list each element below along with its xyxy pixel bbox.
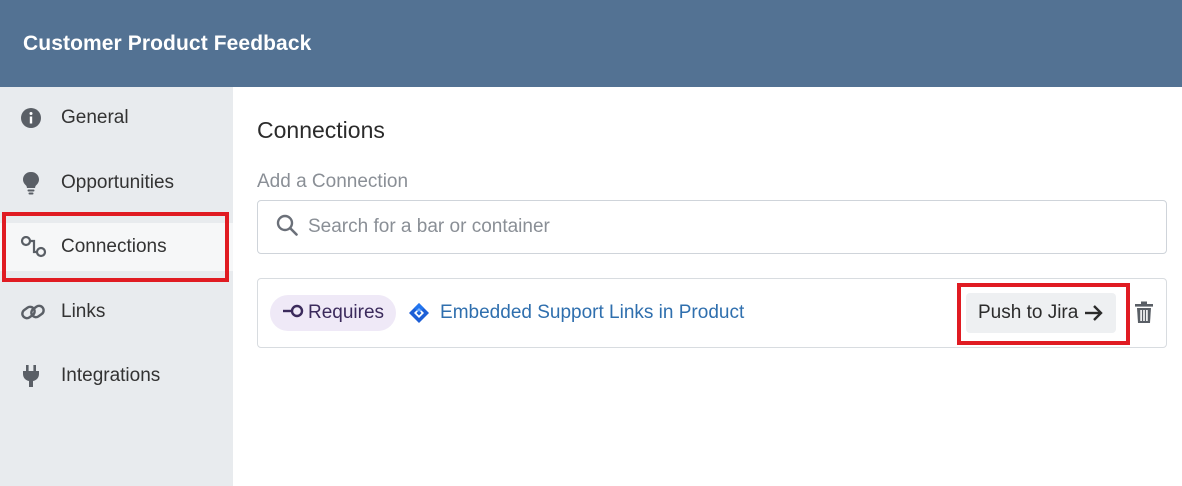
search-input[interactable] (308, 216, 1128, 238)
sidebar-item-general[interactable]: General (0, 94, 233, 142)
search-icon (276, 214, 298, 241)
sidebar-item-label: General (61, 107, 129, 128)
requires-icon (282, 302, 304, 324)
lightbulb-icon (20, 171, 48, 195)
relation-label: Requires (308, 302, 385, 323)
push-to-jira-label: Push to Jira (978, 302, 1079, 323)
sidebar-item-label: Connections (61, 236, 167, 257)
section-title: Connections (257, 117, 385, 143)
sidebar-item-integrations[interactable]: Integrations (0, 352, 233, 400)
push-to-jira-button[interactable]: Push to Jira (966, 293, 1117, 333)
relation-badge[interactable]: Requires (270, 295, 397, 331)
trash-icon[interactable] (1134, 301, 1156, 325)
sidebar-item-links[interactable]: Links (0, 288, 233, 336)
main-content: Connections Add a Connection Requires (233, 87, 1182, 486)
app-header: Customer Product Feedback (0, 0, 1182, 87)
add-connection-label: Add a Connection (257, 171, 409, 192)
sidebar: General Opportunities Connections Links … (0, 87, 233, 486)
sidebar-item-label: Opportunities (61, 172, 175, 193)
connections-icon (20, 235, 48, 259)
link-icon (20, 300, 48, 324)
sidebar-item-connections[interactable]: Connections (0, 223, 233, 271)
connection-item-link[interactable]: Embedded Support Links in Product (440, 302, 744, 324)
jira-icon (408, 302, 430, 324)
connection-row: Requires Embedded Support Links in Produ… (257, 278, 1167, 348)
info-circle-icon (20, 106, 48, 130)
sidebar-item-opportunities[interactable]: Opportunities (0, 159, 233, 207)
sidebar-item-label: Integrations (61, 365, 161, 386)
search-box[interactable] (257, 200, 1167, 254)
page-title: Customer Product Feedback (23, 31, 312, 55)
arrow-right-icon (1084, 304, 1104, 322)
sidebar-item-label: Links (61, 301, 106, 322)
plug-icon (20, 364, 48, 388)
